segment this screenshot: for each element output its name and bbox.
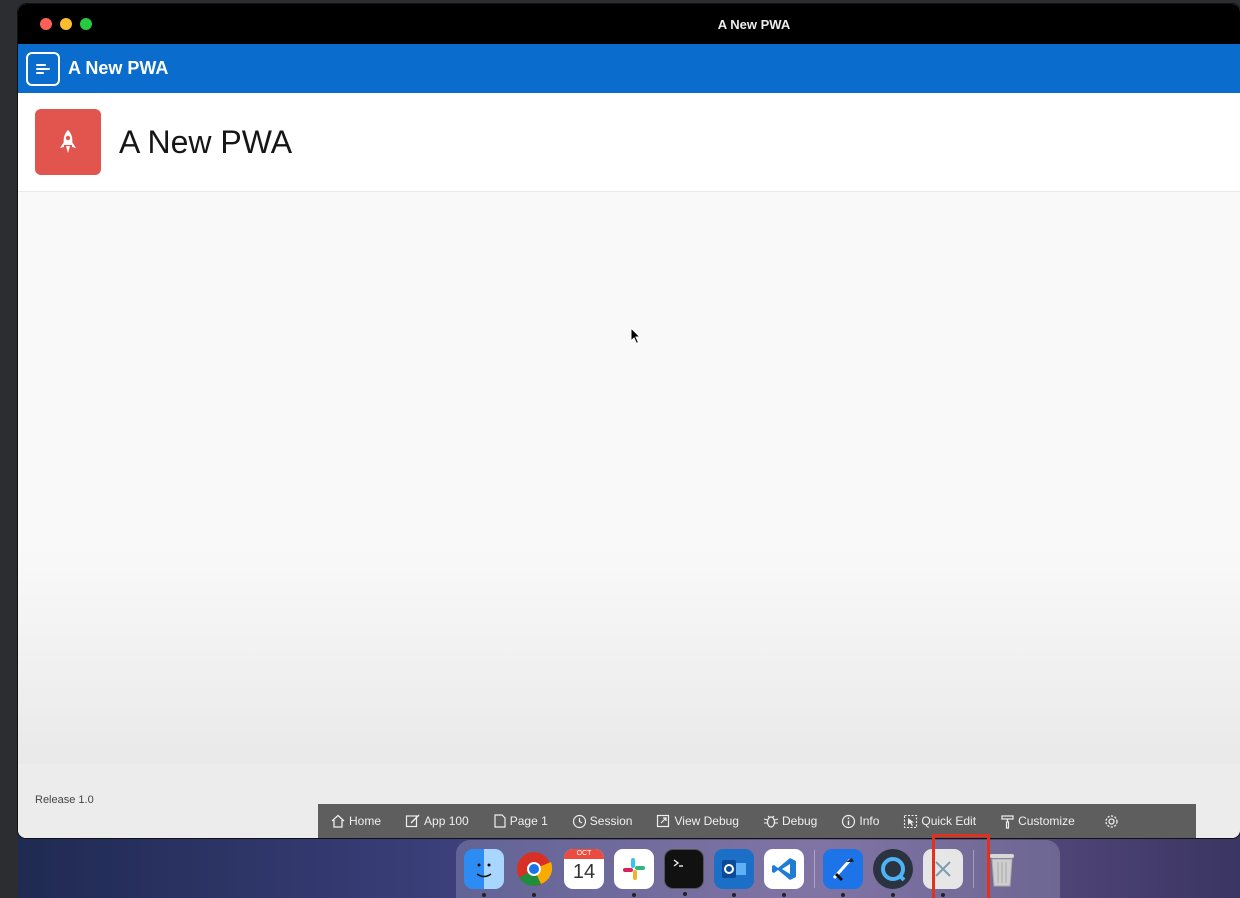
dev-debug-label: Debug (781, 814, 818, 828)
dev-session-button[interactable]: Session (572, 814, 633, 829)
quicktime-dock-icon[interactable] (873, 849, 913, 897)
dev-view-debug-button[interactable]: View Debug (656, 814, 739, 828)
dev-session-label: Session (589, 814, 633, 828)
dev-page-label: Page 1 (509, 814, 548, 828)
info-icon (842, 814, 856, 828)
release-label: Release 1.0 (35, 794, 94, 806)
dev-customize-label: Customize (1018, 814, 1075, 828)
dev-app-label: App 100 (424, 814, 469, 828)
dev-page-button[interactable]: Page 1 (493, 814, 548, 828)
chrome-dock-icon[interactable] (514, 849, 554, 897)
xcode-dock-icon[interactable] (823, 849, 863, 897)
terminal-dock-icon[interactable] (664, 849, 704, 896)
dock-separator (814, 850, 815, 888)
slack-dock-icon[interactable] (614, 849, 654, 897)
edit-icon (405, 814, 420, 828)
page-body (18, 192, 1240, 766)
dev-view-debug-label: View Debug (674, 814, 739, 828)
developer-toolbar: Home App 100 Page 1 Session View Debug D… (318, 804, 1196, 838)
page-hero: A New PWA (18, 93, 1240, 192)
outlook-dock-icon[interactable] (714, 849, 754, 897)
dev-settings-button[interactable] (1103, 813, 1120, 830)
dev-info-button[interactable]: Info (841, 814, 879, 829)
app-navbar: A New PWA (18, 44, 1240, 93)
dev-home-label: Home (349, 814, 382, 828)
calendar-day: 14 (572, 861, 596, 883)
zoom-window-button[interactable] (80, 18, 92, 30)
clock-icon (572, 814, 586, 828)
nav-menu-button[interactable] (26, 51, 60, 86)
navbar-app-title[interactable]: A New PWA (68, 58, 168, 79)
minimize-window-button[interactable] (60, 18, 72, 30)
home-icon (331, 814, 345, 828)
gear-icon (1105, 814, 1118, 828)
dev-customize-button[interactable]: Customize (1000, 814, 1075, 829)
bug-icon (763, 815, 779, 828)
finder-dock-icon[interactable] (464, 849, 504, 897)
dev-debug-button[interactable]: Debug (763, 814, 817, 828)
dev-quick-edit-label: Quick Edit (921, 814, 977, 828)
quick-edit-icon (904, 814, 918, 828)
page-icon (494, 814, 506, 828)
close-window-button[interactable] (40, 18, 52, 30)
window-controls (40, 18, 92, 30)
rocket-icon (35, 109, 101, 175)
vscode-dock-icon[interactable] (764, 849, 804, 897)
menu-lines-icon (36, 62, 50, 76)
dev-home-button[interactable]: Home (330, 814, 381, 828)
calendar-month: OCT (564, 849, 604, 859)
mouse-cursor-icon (630, 327, 642, 345)
external-icon (657, 814, 670, 828)
highlight-box (932, 834, 990, 898)
brush-icon (1001, 814, 1014, 829)
app-window: A New PWA A New PWA A New PWA Release 1.… (18, 4, 1240, 838)
dev-app-button[interactable]: App 100 (405, 814, 469, 828)
dev-quick-edit-button[interactable]: Quick Edit (903, 814, 976, 829)
window-title: A New PWA (717, 16, 791, 32)
dev-info-label: Info (859, 814, 880, 828)
window-titlebar[interactable]: A New PWA (18, 4, 1240, 44)
calendar-dock-icon[interactable]: OCT 14 (564, 849, 604, 889)
page-title: A New PWA (119, 123, 293, 160)
